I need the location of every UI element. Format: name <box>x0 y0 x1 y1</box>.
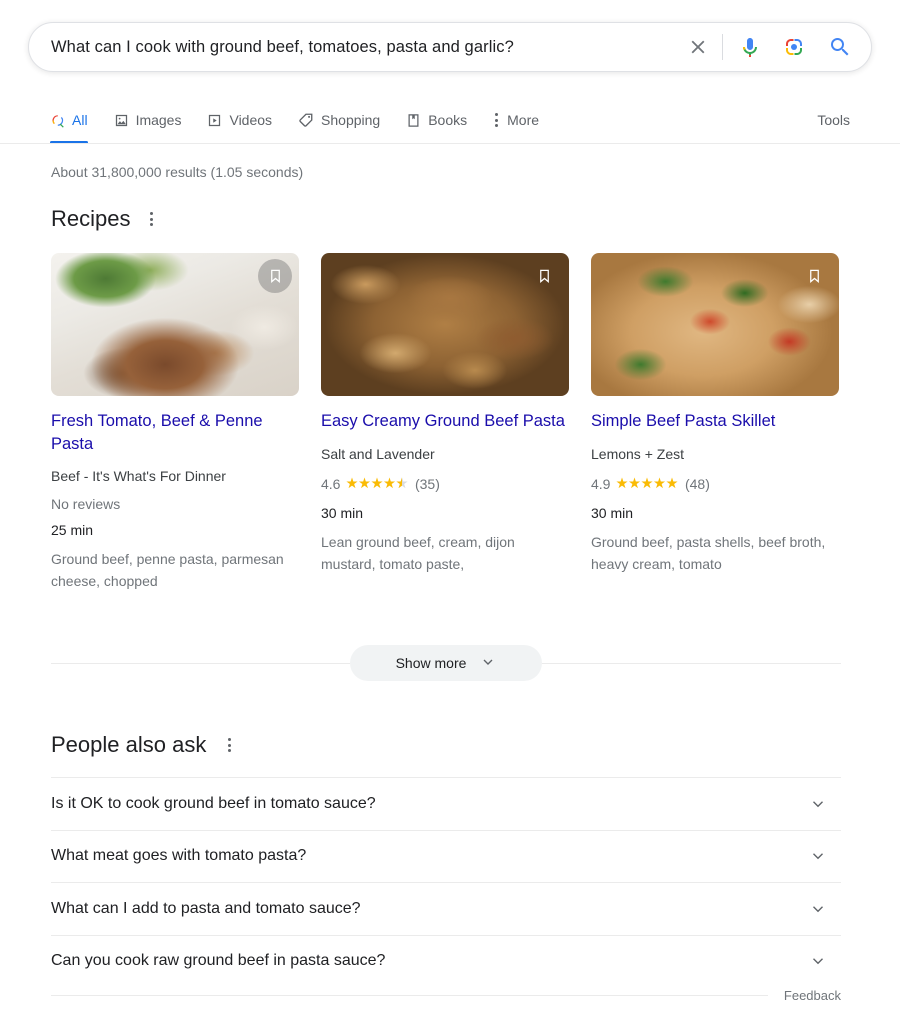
recipe-image[interactable] <box>51 253 299 396</box>
tab-label: All <box>72 112 88 128</box>
rating-value: 4.6 <box>321 475 341 492</box>
paa-question-item[interactable]: Can you cook raw ground beef in pasta sa… <box>51 934 841 988</box>
kebab-icon <box>493 113 500 127</box>
recipe-title[interactable]: Easy Creamy Ground Beef Pasta <box>321 410 569 433</box>
tab-shopping[interactable]: Shopping <box>298 102 380 138</box>
close-icon[interactable] <box>684 33 712 61</box>
recipe-reviews: No reviews <box>51 496 121 513</box>
search-input[interactable] <box>51 37 684 57</box>
recipe-source: Lemons + Zest <box>591 445 684 462</box>
rating-value: 4.9 <box>591 475 611 492</box>
search-divider <box>722 34 723 60</box>
paa-question-text: Can you cook raw ground beef in pasta sa… <box>51 952 386 970</box>
recipe-card[interactable]: Fresh Tomato, Beef & Penne Pasta Beef - … <box>51 253 299 593</box>
search-submit-icon[interactable] <box>827 34 853 60</box>
bookmark-icon[interactable] <box>799 261 829 291</box>
tab-label: Videos <box>229 112 273 128</box>
microphone-icon[interactable] <box>737 34 763 60</box>
feedback-link[interactable]: Feedback <box>784 988 841 1003</box>
tab-label: Images <box>135 112 182 128</box>
search-bar <box>28 22 872 72</box>
tools-button[interactable]: Tools <box>817 102 850 138</box>
recipe-source: Salt and Lavender <box>321 445 435 462</box>
recipe-time: 30 min <box>321 505 364 522</box>
section-title-recipes: Recipes <box>51 206 131 231</box>
people-also-ask-header: People also ask <box>51 732 237 758</box>
chevron-down-icon[interactable] <box>809 900 827 918</box>
star-rating-icon: ★ ★ ★ ★ ★ <box>345 474 408 496</box>
image-icon <box>114 113 129 128</box>
recipe-time: 30 min <box>591 505 634 522</box>
recipe-card[interactable]: Simple Beef Pasta Skillet Lemons + Zest … <box>591 253 839 593</box>
paa-question-item[interactable]: What meat goes with tomato pasta? <box>51 829 841 883</box>
paa-question-text: What meat goes with tomato pasta? <box>51 847 307 865</box>
search-box[interactable] <box>28 22 872 72</box>
tab-label: More <box>507 112 540 128</box>
tab-label: Books <box>428 112 468 128</box>
show-more-button[interactable]: Show more <box>349 645 543 681</box>
recipe-card[interactable]: Easy Creamy Ground Beef Pasta Salt and L… <box>321 253 569 593</box>
tag-icon <box>298 112 314 128</box>
tabs-underline <box>0 143 900 144</box>
recipe-ingredients: Ground beef, pasta shells, beef broth, h… <box>591 534 826 573</box>
paa-question-text: Is it OK to cook ground beef in tomato s… <box>51 794 376 812</box>
chevron-down-icon[interactable] <box>809 795 827 813</box>
people-also-ask-list: Is it OK to cook ground beef in tomato s… <box>51 777 841 987</box>
chevron-down-icon[interactable] <box>809 952 827 970</box>
tab-videos[interactable]: Videos <box>207 102 272 138</box>
recipes-options-kebab-icon[interactable] <box>144 208 159 230</box>
paa-question-item[interactable]: Is it OK to cook ground beef in tomato s… <box>51 777 841 830</box>
tab-images[interactable]: Images <box>114 102 182 138</box>
tab-books[interactable]: Books <box>406 102 467 138</box>
show-more-row: Show more <box>51 645 841 681</box>
divider-right <box>542 662 841 664</box>
paa-options-kebab-icon[interactable] <box>222 734 237 756</box>
recipe-time: 25 min <box>51 522 94 539</box>
recipe-source: Beef - It's What's For Dinner <box>51 468 226 485</box>
recipe-image[interactable] <box>591 253 839 396</box>
chevron-down-icon <box>480 654 496 673</box>
feedback-divider <box>51 995 768 996</box>
review-count: (35) <box>414 475 440 492</box>
recipe-title[interactable]: Fresh Tomato, Beef & Penne Pasta <box>51 410 299 455</box>
recipe-cards: Fresh Tomato, Beef & Penne Pasta Beef - … <box>51 253 849 593</box>
review-count: (48) <box>684 475 710 492</box>
recipe-ingredients: Lean ground beef, cream, dijon mustard, … <box>321 534 515 573</box>
paa-question-text: What can I add to pasta and tomato sauce… <box>51 899 361 917</box>
search-tabs: All Images Videos Shopping Books More To… <box>0 102 900 144</box>
tab-all[interactable]: All <box>50 102 88 144</box>
recipe-ingredients: Ground beef, penne pasta, parmesan chees… <box>51 551 284 589</box>
chevron-down-icon[interactable] <box>809 847 827 865</box>
book-icon <box>406 113 421 128</box>
section-title-people-also-ask: People also ask <box>51 732 207 757</box>
recipe-rating: 4.9 ★ ★ ★ ★ ★ (48) <box>591 474 839 496</box>
show-more-label: Show more <box>395 655 467 671</box>
bookmark-icon[interactable] <box>529 261 559 291</box>
paa-question-item[interactable]: What can I add to pasta and tomato sauce… <box>51 882 841 935</box>
recipe-title[interactable]: Simple Beef Pasta Skillet <box>591 410 839 433</box>
recipe-image[interactable] <box>321 253 569 396</box>
people-also-ask-footer: Feedback <box>51 988 841 1003</box>
bookmark-icon[interactable] <box>258 259 292 293</box>
recipe-rating: 4.6 ★★★★★ (35) <box>321 474 569 496</box>
tab-more[interactable]: More <box>493 102 539 138</box>
google-lens-icon[interactable] <box>781 34 807 60</box>
search-icon <box>50 113 65 128</box>
recipes-header: Recipes <box>51 206 159 232</box>
star-rating-icon: ★ ★ ★ ★ ★ <box>615 475 678 492</box>
divider-left <box>51 662 350 664</box>
video-icon <box>207 113 222 128</box>
tab-label: Shopping <box>321 112 381 128</box>
result-stats: About 31,800,000 results (1.05 seconds) <box>51 164 304 180</box>
